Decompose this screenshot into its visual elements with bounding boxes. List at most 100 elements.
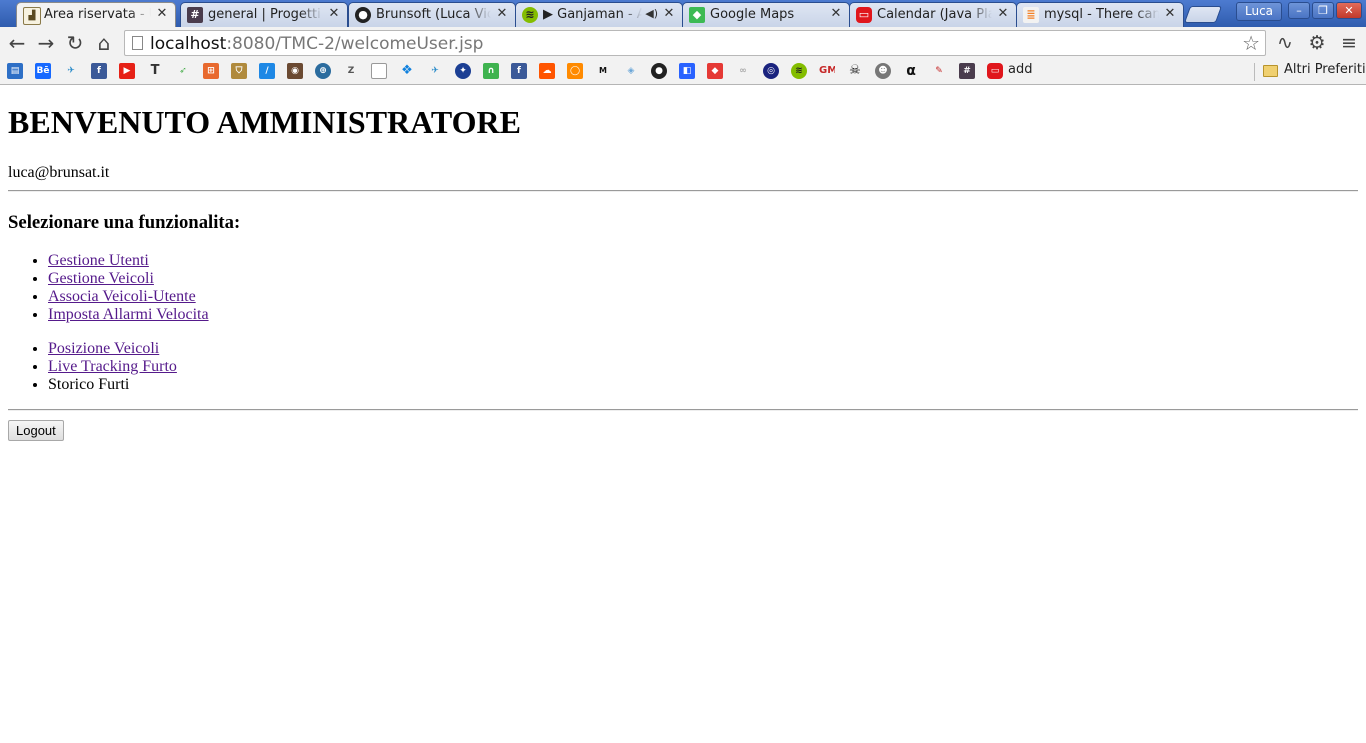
bookmark-instagram-icon[interactable]: ◉ <box>287 63 303 79</box>
close-icon[interactable]: ✕ <box>495 7 509 21</box>
bookmark-orange-circle-icon[interactable]: ◯ <box>567 63 583 79</box>
bookmark-alpha-icon[interactable]: α <box>903 63 919 79</box>
new-tab-button[interactable] <box>1183 6 1223 23</box>
close-icon[interactable]: ✕ <box>327 7 341 21</box>
link-associa-veicoli-utente[interactable]: Associa Veicoli-Utente <box>48 288 196 305</box>
link-imposta-allarmi-velocita[interactable]: Imposta Allarmi Velocita <box>48 306 209 323</box>
close-icon[interactable]: ✕ <box>662 7 676 21</box>
storico-furti-text: Storico Furti <box>48 376 130 393</box>
close-icon[interactable]: ✕ <box>1163 7 1177 21</box>
tab-title: mysql - There can be only one <box>1044 7 1159 22</box>
window-close-icon[interactable]: ✕ <box>1336 2 1362 19</box>
bookmark-gm-icon[interactable]: GM <box>819 63 835 79</box>
logout-button[interactable]: Logout <box>8 420 64 441</box>
other-bookmarks-label[interactable]: Altri Preferiti <box>1284 62 1366 77</box>
restore-icon[interactable]: ❐ <box>1312 2 1334 19</box>
settings-gear-icon[interactable]: ⚙ <box>1305 31 1329 55</box>
bookmarks-separator <box>1254 63 1255 81</box>
section-heading: Selezionare una funzionalita: <box>8 212 241 233</box>
bookmark-star-badge-icon[interactable]: ✦ <box>455 63 471 79</box>
bookmark-bird-2-icon[interactable]: ✈ <box>427 63 443 79</box>
bookmark-page-icon[interactable] <box>371 63 387 79</box>
close-icon[interactable]: ✕ <box>155 7 169 21</box>
spotify-icon: ≋ <box>522 7 538 23</box>
reload-icon[interactable]: ↻ <box>63 31 87 55</box>
tab-title: Brunsoft (Luca Vicidomini) <box>376 7 491 22</box>
link-live-tracking-furto[interactable]: Live Tracking Furto <box>48 358 177 375</box>
link-gestione-utenti[interactable]: Gestione Utenti <box>48 252 149 269</box>
bookmark-slack-icon[interactable]: # <box>959 63 975 79</box>
link-posizione-veicoli[interactable]: Posizione Veicoli <box>48 340 159 357</box>
tab-title: general | Progetti Slack <box>208 7 323 22</box>
home-icon[interactable]: ⌂ <box>92 31 116 55</box>
bookmark-soundcloud-icon[interactable]: ☁ <box>539 63 555 79</box>
back-icon[interactable]: ← <box>5 31 29 55</box>
list-item: Gestione Veicoli <box>48 270 209 288</box>
tab-stackoverflow[interactable]: ≣ mysql - There can be only one ✕ <box>1016 2 1184 27</box>
speaker-icon: ◀) <box>645 7 658 20</box>
bookmark-facebook-icon[interactable]: f <box>91 63 107 79</box>
page-favicon-icon: ▟ <box>23 7 41 25</box>
bookmark-headphones-icon[interactable]: ∩ <box>483 63 499 79</box>
menu-icon[interactable]: ≡ <box>1337 31 1361 55</box>
url-host: localhost <box>150 34 227 54</box>
bookmark-dropbox-icon[interactable]: ❖ <box>399 63 415 79</box>
bookmark-orange-grid-icon[interactable]: ⊞ <box>203 63 219 79</box>
bookmark-dsm-icon[interactable]: ▤ <box>7 63 23 79</box>
tab-google-maps[interactable]: ◆ Google Maps ✕ <box>682 2 850 27</box>
profile-button[interactable]: Luca <box>1236 2 1282 21</box>
page-content: BENVENUTO AMMINISTRATORE luca@brunsat.it… <box>0 85 1366 743</box>
bookmark-link-icon[interactable]: ∞ <box>735 63 751 79</box>
bookmark-cube-icon[interactable]: ◧ <box>679 63 695 79</box>
bookmark-facebook-2-icon[interactable]: f <box>511 63 527 79</box>
minimize-icon[interactable]: – <box>1288 2 1310 19</box>
tab-calendar-java[interactable]: ▭ Calendar (Java Platform SE) ✕ <box>849 2 1017 27</box>
slack-hash-icon: # <box>187 7 203 23</box>
bookmark-github-icon[interactable]: ● <box>651 63 667 79</box>
bookmark-behance-icon[interactable]: Bē <box>35 63 51 79</box>
bookmark-mascot-icon[interactable]: ✎ <box>931 63 947 79</box>
bookmark-globe-icon[interactable]: ⊕ <box>315 63 331 79</box>
bookmark-spotify-icon[interactable]: ≋ <box>791 63 807 79</box>
bookmark-z-icon[interactable]: Z <box>343 63 359 79</box>
forward-icon[interactable]: → <box>34 31 58 55</box>
link-gestione-veicoli[interactable]: Gestione Veicoli <box>48 270 154 287</box>
bookmark-shield-icon[interactable]: ⛉ <box>231 63 247 79</box>
bookmark-t-icon[interactable]: T <box>147 63 163 79</box>
bookmark-add-label[interactable]: add <box>1008 62 1032 77</box>
tab-github[interactable]: ● Brunsoft (Luca Vicidomini) ✕ <box>348 2 516 27</box>
tab-title: ▶ Ganjaman - Alla fine <box>543 7 642 22</box>
list-item: Gestione Utenti <box>48 252 209 270</box>
url-text[interactable]: localhost:8080/TMC-2/welcomeUser.jsp <box>150 34 483 54</box>
google-maps-icon: ◆ <box>689 7 705 23</box>
browser-toolbar: ← → ↻ ⌂ localhost:8080/TMC-2/welcomeUser… <box>0 27 1366 59</box>
bookmark-fish-icon[interactable]: ◈ <box>623 63 639 79</box>
extension-pulse-icon[interactable]: ∿ <box>1273 31 1297 55</box>
list-item: Posizione Veicoli <box>48 340 177 358</box>
bookmark-red-cube-icon[interactable]: ◆ <box>707 63 723 79</box>
bookmark-youtube-icon[interactable]: ▶ <box>119 63 135 79</box>
bookmark-slash-icon[interactable]: / <box>259 63 275 79</box>
tab-title: Calendar (Java Platform SE) <box>877 7 992 22</box>
tab-area-riservata[interactable]: ▟ Area riservata - Utente ✕ <box>16 2 176 27</box>
bookmark-leaf-icon[interactable]: ➶ <box>175 63 191 79</box>
folder-icon[interactable] <box>1263 65 1278 77</box>
divider-top <box>8 190 1358 192</box>
bookmark-mtv-icon[interactable]: M <box>595 63 611 79</box>
bookmark-roundel-icon[interactable]: ◎ <box>763 63 779 79</box>
bookmark-star-icon[interactable]: ☆ <box>1242 31 1260 55</box>
bookmark-skull-icon[interactable]: ☠ <box>847 63 863 79</box>
address-bar[interactable]: localhost:8080/TMC-2/welcomeUser.jsp ☆ <box>124 30 1266 56</box>
github-icon: ● <box>355 7 371 23</box>
tab-strip: ▟ Area riservata - Utente ✕ # general | … <box>0 0 1366 27</box>
bookmark-oracle-icon[interactable]: ▭ <box>987 63 1003 79</box>
page-title: BENVENUTO AMMINISTRATORE <box>8 104 521 140</box>
close-icon[interactable]: ✕ <box>996 7 1010 21</box>
close-icon[interactable]: ✕ <box>829 7 843 21</box>
divider-bottom <box>8 409 1358 411</box>
stackoverflow-icon: ≣ <box>1023 7 1039 23</box>
tab-spotify[interactable]: ≋ ▶ Ganjaman - Alla fine ◀) ✕ <box>515 2 683 27</box>
bookmark-robot-icon[interactable]: ☻ <box>875 63 891 79</box>
bookmark-bird-icon[interactable]: ✈ <box>63 63 79 79</box>
tab-slack[interactable]: # general | Progetti Slack ✕ <box>180 2 348 27</box>
